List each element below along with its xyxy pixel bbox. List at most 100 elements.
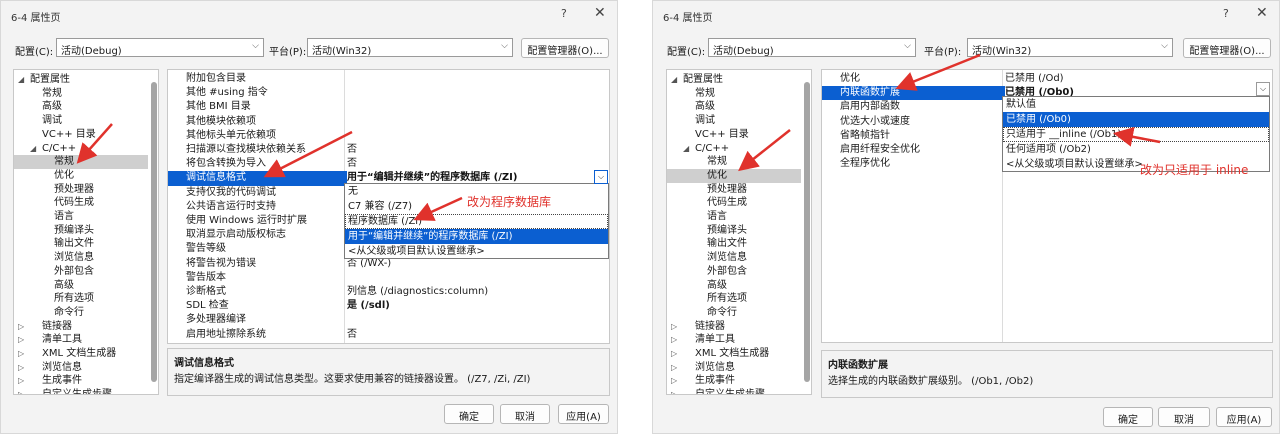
property-row[interactable]: 其他 #using 指令 <box>168 86 609 100</box>
property-row[interactable]: 诊断格式 列信息 (/diagnostics:column) <box>168 285 609 299</box>
chevron-right-icon[interactable]: ▷ <box>671 361 677 375</box>
tree-item[interactable]: 命令行 <box>14 306 148 320</box>
property-row[interactable]: 优化 已禁用 (/Od) <box>822 72 1272 86</box>
tree-item[interactable]: ▷ 生成事件 <box>14 374 148 388</box>
tree-item[interactable]: 优化 <box>667 168 801 183</box>
property-row[interactable]: 其他 BMI 目录 <box>168 100 609 114</box>
chevron-right-icon[interactable]: ▷ <box>18 347 24 361</box>
tree-item[interactable]: 浏览信息 <box>667 251 801 265</box>
tree-scrollbar[interactable] <box>804 82 810 382</box>
dropdown-option[interactable]: 用于“编辑并继续”的程序数据库 (/ZI) <box>345 229 608 244</box>
config-manager-button[interactable]: 配置管理器(O)... <box>1183 38 1271 58</box>
tree-item[interactable]: ▷ 浏览信息 <box>667 361 801 375</box>
ok-button[interactable]: 确定 <box>1103 407 1153 427</box>
tree-item[interactable]: ◢ 配置属性 <box>14 73 148 87</box>
tree-item[interactable]: 命令行 <box>667 306 801 320</box>
tree-item[interactable]: 高级 <box>667 100 801 114</box>
dropdown-option[interactable]: <从父级或项目默认设置继承> <box>345 244 608 259</box>
property-value[interactable]: 否 <box>347 328 609 342</box>
config-manager-button[interactable]: 配置管理器(O)... <box>521 38 609 58</box>
config-select[interactable]: 活动(Debug) ⌵ <box>56 38 264 57</box>
tree-item[interactable]: ▷ XML 文档生成器 <box>667 347 801 361</box>
ok-button[interactable]: 确定 <box>444 404 494 424</box>
chevron-down-icon[interactable]: ⌵ <box>594 170 608 184</box>
dropdown-option[interactable]: 已禁用 (/Ob0) <box>1003 112 1269 127</box>
property-row[interactable]: SDL 检查 是 (/sdl) <box>168 299 609 313</box>
property-row[interactable]: 将包含转换为导入 否 <box>168 157 609 171</box>
chevron-right-icon[interactable]: ▷ <box>671 347 677 361</box>
tree-item[interactable]: ▷ 自定义生成步骤 <box>14 388 148 394</box>
dropdown-option[interactable]: 只适用于 __inline (/Ob1) <box>1003 127 1269 142</box>
help-button[interactable]: ? <box>561 7 567 20</box>
tree-item[interactable]: 所有选项 <box>667 292 801 306</box>
chevron-right-icon[interactable]: ▷ <box>671 374 677 388</box>
platform-select[interactable]: 活动(Win32) ⌵ <box>307 38 513 57</box>
tree-item[interactable]: VC++ 目录 <box>667 128 801 142</box>
tree-item[interactable]: 外部包含 <box>667 265 801 279</box>
apply-button[interactable]: 应用(A) <box>558 404 609 424</box>
tree-item[interactable]: ▷ 清单工具 <box>14 333 148 347</box>
chevron-right-icon[interactable]: ▷ <box>18 388 24 394</box>
tree-item[interactable]: 优化 <box>14 169 148 183</box>
dropdown-option[interactable]: 程序数据库 (/Zi) <box>345 214 608 229</box>
tree-item[interactable]: 常规 <box>14 87 148 101</box>
tree-item[interactable]: 语言 <box>667 210 801 224</box>
tree-item[interactable]: 高级 <box>667 279 801 293</box>
tree-item[interactable]: 代码生成 <box>14 196 148 210</box>
tree-item[interactable]: VC++ 目录 <box>14 128 148 142</box>
chevron-down-icon[interactable]: ◢ <box>683 142 689 156</box>
property-value[interactable]: 已禁用 (/Od) <box>1005 72 1272 86</box>
chevron-right-icon[interactable]: ▷ <box>671 333 677 347</box>
dropdown-option[interactable]: 任何适用项 (/Ob2) <box>1003 142 1269 157</box>
tree-item[interactable]: ▷ 生成事件 <box>667 374 801 388</box>
property-value[interactable]: 否 <box>347 157 609 171</box>
chevron-right-icon[interactable]: ▷ <box>18 374 24 388</box>
property-row[interactable]: 附加包含目录 <box>168 72 609 86</box>
dropdown-option[interactable]: 默认值 <box>1003 97 1269 112</box>
tree-item[interactable]: 预处理器 <box>667 183 801 197</box>
tree-item[interactable]: 常规 <box>667 155 801 169</box>
tree-item[interactable]: ◢ 配置属性 <box>667 73 801 87</box>
property-row[interactable]: 扫描源以查找模块依赖关系 否 <box>168 143 609 157</box>
tree-item[interactable]: 高级 <box>14 100 148 114</box>
tree-item[interactable]: 预编译头 <box>14 224 148 238</box>
tree-item[interactable]: ◢ C/C++ <box>667 142 801 156</box>
tree-item[interactable]: 语言 <box>14 210 148 224</box>
chevron-right-icon[interactable]: ▷ <box>18 333 24 347</box>
apply-button[interactable]: 应用(A) <box>1216 407 1272 427</box>
tree-item[interactable]: ▷ 链接器 <box>14 320 148 334</box>
property-value[interactable]: 列信息 (/diagnostics:column) <box>347 285 609 299</box>
chevron-down-icon[interactable]: ◢ <box>18 73 24 87</box>
tree-item[interactable]: 输出文件 <box>667 237 801 251</box>
property-row[interactable]: 其他模块依赖项 <box>168 115 609 129</box>
tree-item[interactable]: ▷ 浏览信息 <box>14 361 148 375</box>
tree-item[interactable]: 高级 <box>14 279 148 293</box>
property-row[interactable]: 启用地址擦除系统 否 <box>168 328 609 342</box>
tree-item[interactable]: 代码生成 <box>667 196 801 210</box>
chevron-down-icon[interactable]: ◢ <box>30 142 36 156</box>
chevron-right-icon[interactable]: ▷ <box>671 388 677 394</box>
close-icon[interactable]: ✕ <box>1256 5 1268 21</box>
tree-scrollbar[interactable] <box>151 82 157 382</box>
tree-item[interactable]: 调试 <box>14 114 148 128</box>
tree-item[interactable]: 预编译头 <box>667 224 801 238</box>
tree-item[interactable]: 输出文件 <box>14 237 148 251</box>
cancel-button[interactable]: 取消 <box>1158 407 1210 427</box>
tree-item[interactable]: ◢ C/C++ <box>14 142 148 156</box>
tree-item[interactable]: 调试 <box>667 114 801 128</box>
property-row[interactable]: 多处理器编译 <box>168 313 609 327</box>
tree-item[interactable]: ▷ XML 文档生成器 <box>14 347 148 361</box>
tree-item[interactable]: 浏览信息 <box>14 251 148 265</box>
tree-item[interactable]: ▷ 自定义生成步骤 <box>667 388 801 394</box>
tree-item[interactable]: ▷ 清单工具 <box>667 333 801 347</box>
close-icon[interactable]: ✕ <box>594 5 606 21</box>
tree-item[interactable]: 常规 <box>14 155 148 170</box>
tree-item[interactable]: 所有选项 <box>14 292 148 306</box>
chevron-down-icon[interactable]: ⌵ <box>1256 82 1270 96</box>
tree-item[interactable]: ▷ 链接器 <box>667 320 801 334</box>
platform-select[interactable]: 活动(Win32) ⌵ <box>967 38 1173 57</box>
property-row[interactable]: 其他标头单元依赖项 <box>168 129 609 143</box>
config-select[interactable]: 活动(Debug) ⌵ <box>708 38 916 57</box>
tree-item[interactable]: 外部包含 <box>14 265 148 279</box>
chevron-right-icon[interactable]: ▷ <box>18 320 24 334</box>
